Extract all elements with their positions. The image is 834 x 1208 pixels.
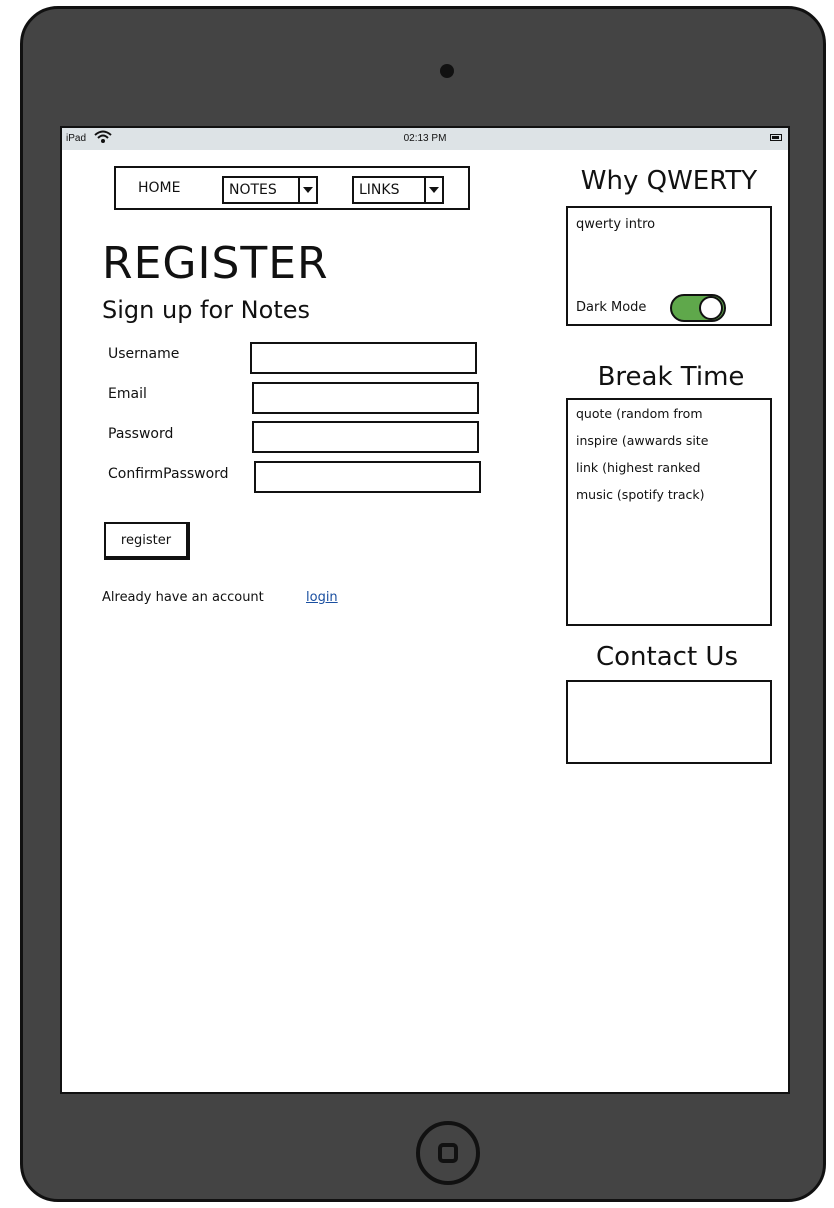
nav-links-label: LINKS <box>359 182 400 198</box>
page-title: REGISTER <box>102 238 329 289</box>
contact-us-title: Contact Us <box>596 642 738 672</box>
break-time-panel: quote (random from inspire (awwards site… <box>566 398 772 626</box>
confirm-password-label: ConfirmPassword <box>108 466 229 482</box>
password-input[interactable] <box>252 421 479 453</box>
status-time: 02:13 PM <box>403 133 447 144</box>
nav-notes-dropdown[interactable]: NOTES <box>222 176 318 204</box>
why-qwerty-panel: qwerty intro Dark Mode <box>566 206 772 326</box>
break-line-music: music (spotify track) <box>576 487 705 502</box>
camera-icon <box>440 64 454 78</box>
chevron-down-icon <box>424 178 442 202</box>
break-time-title: Break Time <box>597 362 745 392</box>
register-button[interactable]: register <box>104 522 190 560</box>
dark-mode-toggle[interactable] <box>670 294 726 322</box>
why-qwerty-title: Why QWERTY <box>580 166 758 196</box>
status-bar: iPad 02:13 PM <box>62 128 788 150</box>
break-line-inspire: inspire (awwards site <box>576 433 709 448</box>
email-input[interactable] <box>252 382 479 414</box>
screen: iPad 02:13 PM HOME NOTES LINKS REGISTER … <box>60 126 790 1094</box>
login-prompt-text: Already have an account <box>102 590 264 605</box>
email-label: Email <box>108 386 147 402</box>
login-link[interactable]: login <box>306 590 338 605</box>
username-input[interactable] <box>250 342 477 374</box>
password-label: Password <box>108 426 174 442</box>
toggle-knob <box>699 296 723 320</box>
battery-icon <box>770 134 782 141</box>
qwerty-intro-text: qwerty intro <box>576 217 656 232</box>
break-line-quote: quote (random from <box>576 406 703 421</box>
chevron-down-icon <box>298 178 316 202</box>
home-button-icon[interactable] <box>416 1121 480 1185</box>
confirm-password-input[interactable] <box>254 461 481 493</box>
page-subtitle: Sign up for Notes <box>102 296 310 324</box>
nav-notes-label: NOTES <box>229 182 277 198</box>
dark-mode-label: Dark Mode <box>576 300 647 315</box>
top-nav: HOME NOTES LINKS <box>114 166 470 210</box>
nav-home-link[interactable]: HOME <box>138 180 180 196</box>
contact-us-panel <box>566 680 772 764</box>
nav-links-dropdown[interactable]: LINKS <box>352 176 444 204</box>
username-label: Username <box>108 346 180 362</box>
break-line-link: link (highest ranked <box>576 460 701 475</box>
